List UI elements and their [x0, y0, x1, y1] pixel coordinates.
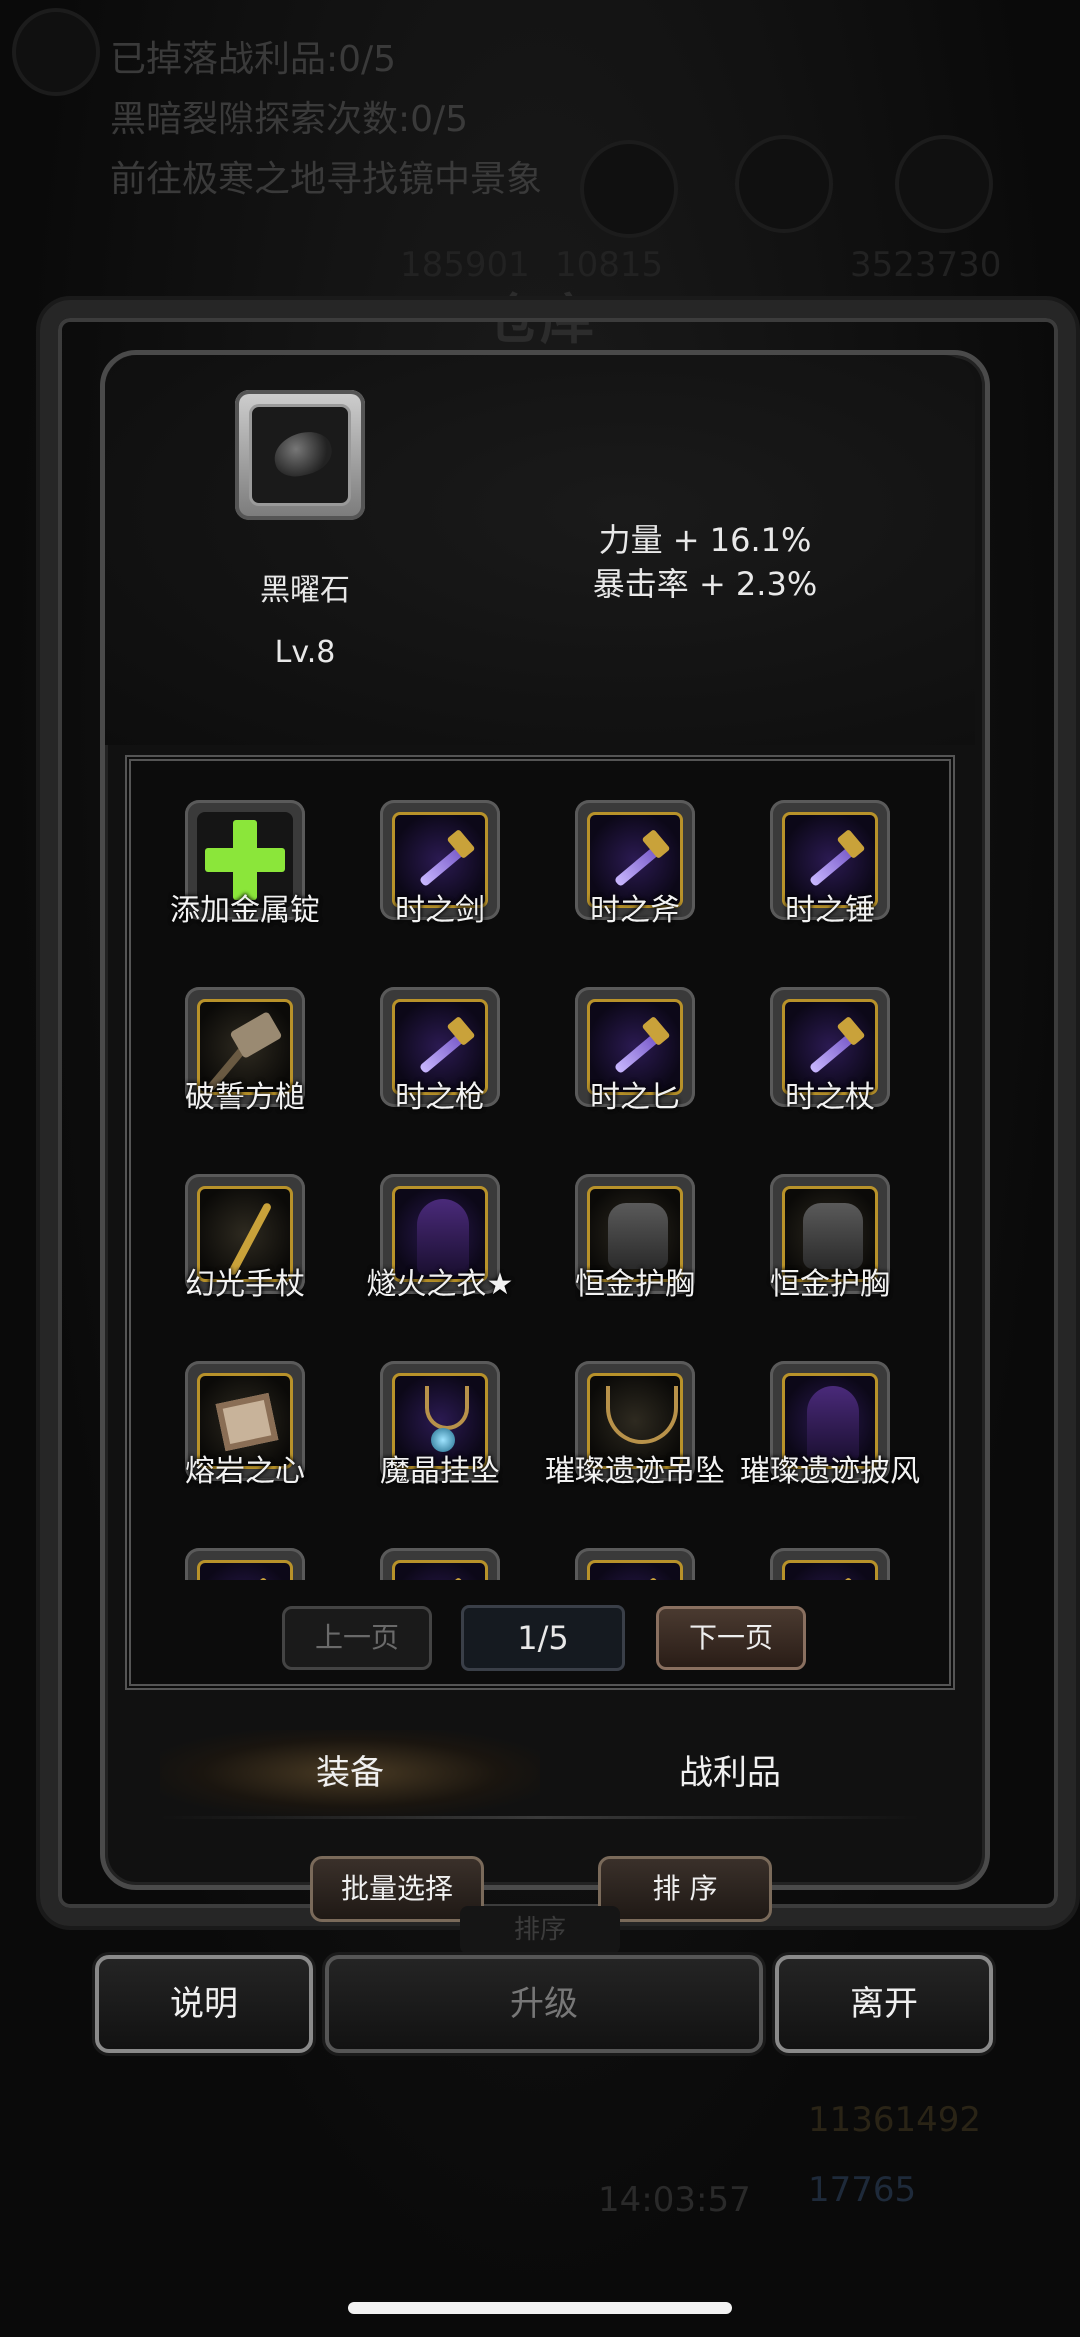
- inventory-slot-label: 魔晶挂坠: [380, 1454, 500, 1489]
- inventory-slot[interactable]: 魔晶挂坠: [345, 1351, 535, 1551]
- page-indicator: 1/5: [461, 1605, 625, 1671]
- sort-button[interactable]: 排 序: [598, 1856, 772, 1922]
- inventory-slot-label: 恒金护胸: [575, 1267, 695, 1302]
- gem-amount: 17765: [808, 2170, 917, 2210]
- inventory-slot-label: 燧火之衣★: [366, 1267, 514, 1302]
- inventory-slot-label: 时之匕: [590, 1080, 680, 1115]
- inventory-slot-label: 时之剑: [395, 893, 485, 928]
- inventory-slot-label: 恒金护胸: [770, 1267, 890, 1302]
- item-icon: [770, 1548, 890, 1580]
- inventory-slot-label: 时之杖: [785, 1080, 875, 1115]
- inventory-slot[interactable]: 时之锤: [735, 790, 925, 990]
- inventory-slot[interactable]: 时之匕: [540, 977, 730, 1177]
- inventory-slot[interactable]: 添加金属锭: [150, 790, 340, 990]
- category-tabs: 装备 战利品: [160, 1730, 920, 1816]
- inventory-slot[interactable]: 幻光手杖: [150, 1164, 340, 1364]
- inventory-slot[interactable]: [735, 1538, 925, 1580]
- tab-equipment[interactable]: 装备: [160, 1730, 540, 1816]
- inventory-slot[interactable]: 时之杖: [735, 977, 925, 1177]
- item-icon: [575, 1548, 695, 1580]
- upgrade-button[interactable]: 升级: [325, 1955, 763, 2053]
- inventory-slot[interactable]: 时之斧: [540, 790, 730, 990]
- inventory-slot[interactable]: 熔岩之心: [150, 1351, 340, 1551]
- selected-item-slot[interactable]: [235, 390, 365, 520]
- inventory-slot-label: 璀璨遗迹披风: [740, 1454, 920, 1489]
- feather-icon: [735, 135, 833, 233]
- home-indicator[interactable]: [348, 2302, 732, 2314]
- item-icon: [380, 1548, 500, 1580]
- inventory-slot[interactable]: 恒金护胸: [735, 1164, 925, 1364]
- inventory-slot-label: 璀璨遗迹吊坠: [545, 1454, 725, 1489]
- skill-icon: [580, 140, 678, 238]
- obsidian-stone-icon: [270, 427, 336, 481]
- inventory-slot-label: 添加金属锭: [170, 893, 320, 928]
- quest-line-1: 已掉落战利品:0/5: [110, 39, 397, 80]
- inventory-slot[interactable]: [540, 1538, 730, 1580]
- explain-button[interactable]: 说明: [95, 1955, 313, 2053]
- leave-button[interactable]: 离开: [775, 1955, 993, 2053]
- inventory-slot-label: 熔岩之心: [185, 1454, 305, 1489]
- inventory-slot-label: 幻光手杖: [185, 1267, 305, 1302]
- inventory-slot[interactable]: 恒金护胸: [540, 1164, 730, 1364]
- gold-amount: 11361492: [808, 2100, 982, 2140]
- inventory-slot[interactable]: 破誓方槌: [150, 977, 340, 1177]
- inventory-slot[interactable]: [150, 1538, 340, 1580]
- menu-orb-icon: [12, 8, 100, 96]
- quest-line-2: 黑暗裂隙探索次数:0/5: [110, 99, 469, 140]
- inventory-slot[interactable]: 时之枪: [345, 977, 535, 1177]
- bg-sort-label: 排序: [460, 1906, 620, 1954]
- inventory-slot-label: 时之斧: [590, 893, 680, 928]
- clock: 14:03:57: [598, 2180, 751, 2220]
- inventory-slot-label: 时之锤: [785, 893, 875, 928]
- inventory-slot[interactable]: 璀璨遗迹吊坠: [540, 1351, 730, 1551]
- selected-item-stats: 力量 + 16.1% 暴击率 + 2.3%: [560, 518, 850, 606]
- selected-item-level: Lv.8: [274, 635, 336, 670]
- item-icon: [185, 1548, 305, 1580]
- stat-line: 力量 + 16.1%: [598, 521, 812, 559]
- stat-line: 暴击率 + 2.3%: [592, 565, 818, 603]
- tab-loot[interactable]: 战利品: [540, 1730, 920, 1816]
- tab-divider: [160, 1816, 920, 1819]
- inventory-slot-label: 时之枪: [395, 1080, 485, 1115]
- inventory-slot[interactable]: [345, 1538, 535, 1580]
- quest-line-3: 前往极寒之地寻找镜中景象: [110, 159, 543, 200]
- horn-icon: [895, 135, 993, 233]
- inventory-slot[interactable]: 燧火之衣★: [345, 1164, 535, 1364]
- prev-page-button[interactable]: 上一页: [282, 1606, 432, 1670]
- inventory-slot[interactable]: 璀璨遗迹披风: [735, 1351, 925, 1551]
- next-page-button[interactable]: 下一页: [656, 1606, 806, 1670]
- batch-select-button[interactable]: 批量选择: [310, 1856, 484, 1922]
- inventory-grid[interactable]: 添加金属锭 时之剑 时之斧 时之锤破誓方槌 时之枪 时之匕 时之杖幻光手杖 燧火之衣★ 恒金护胸…: [150, 790, 930, 1580]
- inventory-slot[interactable]: 时之剑: [345, 790, 535, 990]
- selected-item-name: 黑曜石: [260, 573, 350, 608]
- inventory-slot-label: 破誓方槌: [185, 1080, 305, 1115]
